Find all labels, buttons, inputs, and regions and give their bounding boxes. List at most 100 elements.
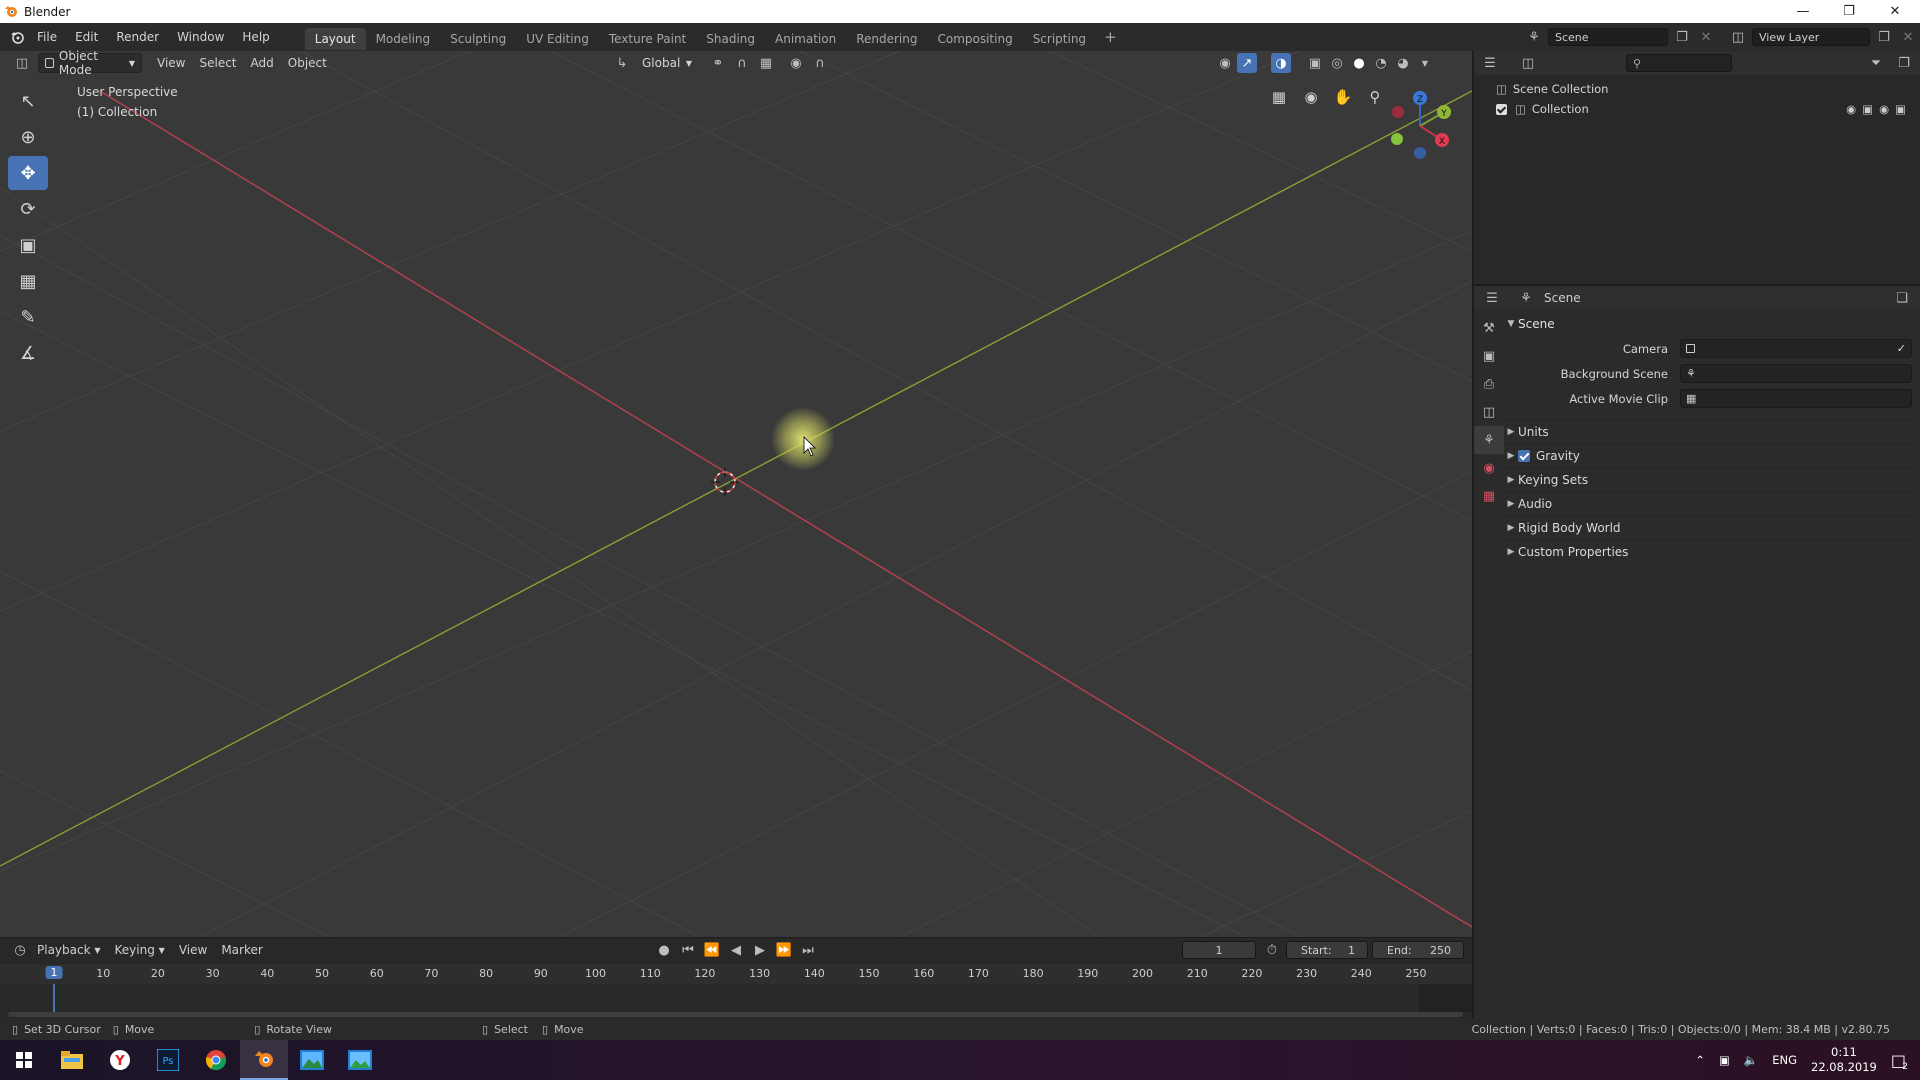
- camera-view-icon[interactable]: ◉: [1300, 86, 1322, 108]
- tab-texture-paint[interactable]: Texture Paint: [599, 28, 696, 50]
- gizmo-neg-y[interactable]: [1391, 133, 1403, 145]
- menu-window[interactable]: Window: [168, 23, 233, 51]
- tab-scripting[interactable]: Scripting: [1023, 28, 1096, 50]
- tray-chevron-up-icon[interactable]: ⌃: [1695, 1053, 1705, 1067]
- use-preview-range-icon[interactable]: ⏱: [1262, 940, 1282, 960]
- mode-selector[interactable]: Object Mode ▼: [38, 49, 142, 77]
- scene-properties-tab-icon[interactable]: ⚘: [1474, 426, 1504, 454]
- menu-render[interactable]: Render: [107, 23, 168, 51]
- maximize-button[interactable]: ❐: [1826, 0, 1872, 23]
- timeline-menu-playback[interactable]: Playback ▼: [30, 939, 108, 961]
- record-icon[interactable]: ●: [654, 940, 674, 960]
- outliner-search-input[interactable]: ⚲: [1626, 54, 1732, 72]
- scene-icon[interactable]: ⚘: [1524, 27, 1544, 47]
- clock[interactable]: 0:11 22.08.2019: [1811, 1045, 1877, 1075]
- texture-properties-tab-icon[interactable]: ▦: [1474, 482, 1504, 510]
- rendered-shading-icon[interactable]: ◕: [1393, 53, 1413, 73]
- network-icon[interactable]: ▣: [1719, 1053, 1730, 1067]
- new-collection-icon[interactable]: ❐: [1894, 53, 1914, 73]
- gizmo-neg-z[interactable]: [1414, 147, 1426, 159]
- eyedropper-icon[interactable]: ✓: [1897, 342, 1906, 355]
- pin-icon[interactable]: ❏: [1892, 288, 1912, 308]
- background-scene-field[interactable]: ⚘: [1680, 364, 1912, 383]
- cursor-tool-icon[interactable]: ⊕: [8, 120, 48, 154]
- gizmo-toggle-icon[interactable]: ↗: [1237, 53, 1257, 73]
- notifications-icon[interactable]: □ 2: [1891, 1051, 1908, 1072]
- solid-shading-icon[interactable]: ●: [1349, 53, 1369, 73]
- timeline-menu-marker[interactable]: Marker: [214, 939, 269, 961]
- eye-icon[interactable]: ◉: [1846, 102, 1856, 116]
- windows-start-icon[interactable]: [0, 1040, 48, 1080]
- timeline-menu-view[interactable]: View: [172, 939, 214, 961]
- jump-end-icon[interactable]: ⏭: [798, 940, 818, 960]
- annotate-tool-icon[interactable]: ✎: [8, 300, 48, 334]
- camera-field[interactable]: ✓: [1680, 339, 1912, 358]
- viewport-menu-add[interactable]: Add: [244, 52, 281, 74]
- navigation-gizmo[interactable]: Z Y X: [1380, 86, 1460, 166]
- tab-compositing[interactable]: Compositing: [927, 28, 1022, 50]
- menu-help[interactable]: Help: [233, 23, 278, 51]
- view-layer-icon[interactable]: ◫: [1728, 27, 1748, 47]
- units-panel-header[interactable]: ▶ Units: [1504, 419, 1912, 443]
- falloff-icon[interactable]: ∩: [810, 53, 830, 73]
- viewport-menu-view[interactable]: View: [150, 52, 192, 74]
- editor-type-icon[interactable]: ◫: [12, 53, 32, 73]
- xray-toggle-icon[interactable]: ▣: [1305, 53, 1325, 73]
- custom-properties-panel-header[interactable]: ▶ Custom Properties: [1504, 539, 1912, 563]
- viewport-menu-object[interactable]: Object: [281, 52, 334, 74]
- viewport-menu-select[interactable]: Select: [192, 52, 243, 74]
- tab-uv-editing[interactable]: UV Editing: [516, 28, 599, 50]
- move-tool-icon[interactable]: ✥: [8, 156, 48, 190]
- tab-sculpting[interactable]: Sculpting: [440, 28, 516, 50]
- language-indicator[interactable]: ENG: [1772, 1053, 1797, 1067]
- snap-icon[interactable]: ∩: [732, 53, 752, 73]
- play-reverse-icon[interactable]: ◀: [726, 940, 746, 960]
- rigid-body-world-panel-header[interactable]: ▶ Rigid Body World: [1504, 515, 1912, 539]
- file-explorer-icon[interactable]: [48, 1040, 96, 1080]
- material-shading-icon[interactable]: ◔: [1371, 53, 1391, 73]
- 3d-cursor-icon[interactable]: [711, 468, 739, 496]
- timeline-menu-keying[interactable]: Keying ▼: [108, 939, 172, 961]
- filter-icon[interactable]: ⏷: [1866, 53, 1886, 73]
- collection-exclude-checkbox[interactable]: [1496, 103, 1507, 115]
- transform-orientation-selector[interactable]: Global ▼: [636, 53, 698, 73]
- timeline-editor-type-icon[interactable]: ◷: [10, 940, 30, 960]
- add-workspace-icon[interactable]: +: [1096, 28, 1125, 46]
- tab-rendering[interactable]: Rendering: [846, 28, 927, 50]
- chrome-icon[interactable]: [192, 1040, 240, 1080]
- image-app-2-icon[interactable]: [336, 1040, 384, 1080]
- tab-animation[interactable]: Animation: [765, 28, 846, 50]
- tab-layout[interactable]: Layout: [304, 28, 366, 50]
- delete-scene-icon[interactable]: ✕: [1696, 27, 1716, 47]
- snap-target-icon[interactable]: ▦: [756, 53, 776, 73]
- timeline-track[interactable]: [0, 984, 1472, 1012]
- new-scene-icon[interactable]: ❐: [1672, 27, 1692, 47]
- gravity-panel-header[interactable]: ▶ Gravity: [1504, 443, 1912, 467]
- timeline-ruler[interactable]: 1 10 20 30 40 50 60 70 80 90 100 110 120 130 140 150 160…: [0, 964, 1472, 984]
- tree-row-collection[interactable]: ◫ Collection ◉ ▣ ◉ ▣: [1496, 99, 1920, 119]
- delete-view-layer-icon[interactable]: ✕: [1898, 27, 1918, 47]
- display-mode-icon[interactable]: ◫: [1518, 53, 1538, 73]
- view-layer-selector[interactable]: View Layer: [1752, 28, 1870, 46]
- play-icon[interactable]: ▶: [750, 940, 770, 960]
- properties-editor-type-icon[interactable]: ☰: [1482, 288, 1502, 308]
- grid-view-icon[interactable]: ▦: [1268, 86, 1290, 108]
- shading-options-icon[interactable]: ▼: [1415, 53, 1435, 73]
- gravity-checkbox[interactable]: [1518, 449, 1530, 462]
- volume-icon[interactable]: 🔈: [1744, 1053, 1758, 1067]
- jump-start-icon[interactable]: ⏮: [678, 940, 698, 960]
- current-frame-field[interactable]: 1: [1182, 941, 1256, 959]
- viewport-disable-icon[interactable]: ▣: [1862, 102, 1873, 116]
- overlay-toggle-icon[interactable]: ◑: [1271, 53, 1291, 73]
- camera-render-icon[interactable]: ◉: [1879, 102, 1889, 116]
- minimize-button[interactable]: —: [1780, 0, 1826, 23]
- timeline-scrollbar[interactable]: [8, 1012, 1463, 1017]
- gizmo-neg-x[interactable]: [1392, 106, 1404, 118]
- tool-properties-tab-icon[interactable]: ⚒: [1474, 314, 1504, 342]
- world-properties-tab-icon[interactable]: ◉: [1474, 454, 1504, 482]
- output-properties-tab-icon[interactable]: ⎙: [1474, 370, 1504, 398]
- visibility-selectability-icon[interactable]: ◉: [1215, 53, 1235, 73]
- tree-row-scene-collection[interactable]: ◫ Scene Collection: [1496, 79, 1920, 99]
- blender-taskbar-icon[interactable]: [240, 1040, 288, 1080]
- keying-sets-panel-header[interactable]: ▶ Keying Sets: [1504, 467, 1912, 491]
